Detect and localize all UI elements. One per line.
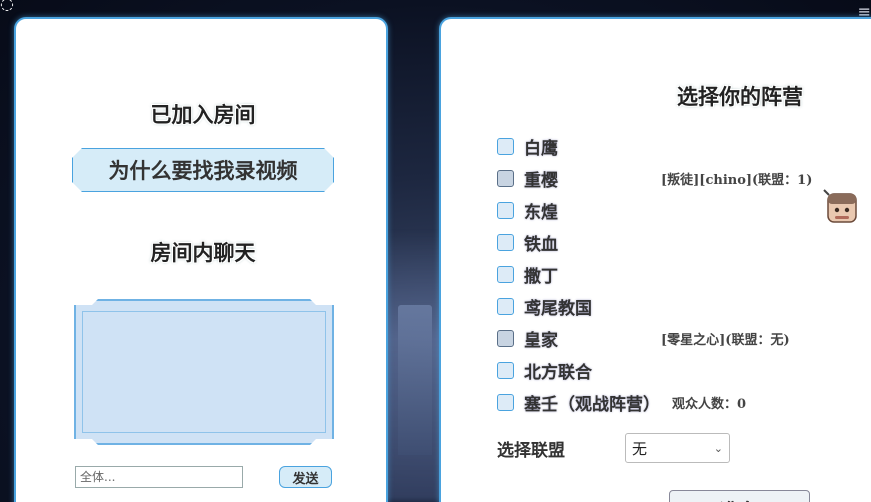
faction-row[interactable]: 白鹰 bbox=[497, 130, 871, 162]
faction-checkbox[interactable] bbox=[497, 361, 514, 379]
faction-checkbox[interactable] bbox=[497, 297, 514, 315]
faction-title: 选择你的阵营 bbox=[677, 84, 803, 109]
faction-row[interactable]: 北方联合 bbox=[497, 354, 871, 386]
faction-row[interactable]: 东煌 bbox=[497, 194, 871, 226]
chevron-down-icon: ⌄ bbox=[713, 441, 723, 455]
send-button[interactable]: 发送 bbox=[279, 466, 332, 488]
faction-row[interactable]: 皇家 [零星之心](联盟：无) bbox=[497, 322, 871, 354]
chat-log bbox=[74, 299, 334, 445]
alliance-select[interactable]: 无 ⌄ bbox=[625, 433, 730, 463]
loading-icon: ◌ bbox=[0, 0, 14, 13]
faction-label: 塞壬（观战阵营） bbox=[524, 394, 660, 415]
room-chat-title: 房间内聊天 bbox=[150, 240, 256, 265]
faction-checkbox[interactable] bbox=[497, 265, 514, 283]
faction-checkbox[interactable] bbox=[497, 233, 514, 251]
faction-label: 东煌 bbox=[524, 202, 558, 223]
chat-log-inner bbox=[82, 311, 326, 433]
faction-checkbox[interactable] bbox=[497, 169, 514, 187]
faction-label: 铁血 bbox=[524, 234, 558, 255]
player-avatar-icon bbox=[823, 189, 857, 223]
faction-label: 重樱 bbox=[524, 170, 558, 191]
chat-input[interactable] bbox=[75, 466, 243, 488]
faction-row[interactable]: 重樱 [叛徒][chino](联盟：1) bbox=[497, 162, 871, 194]
faction-label: 北方联合 bbox=[524, 362, 592, 383]
spectator-count: 观众人数：0 bbox=[672, 396, 747, 412]
room-panel: 已加入房间 为什么要找我录视频 房间内聊天 发送 bbox=[14, 17, 388, 502]
faction-panel: 选择你的阵营 白鹰 重樱 [叛徒][chino](联盟：1) 东煌 铁血 撒丁 … bbox=[439, 17, 871, 502]
faction-row[interactable]: 塞壬（观战阵营） 观众人数：0 bbox=[497, 386, 871, 418]
faction-list: 白鹰 重樱 [叛徒][chino](联盟：1) 东煌 铁血 撒丁 鸢尾教国 皇家… bbox=[497, 130, 871, 418]
faction-player-note: [叛徒][chino](联盟：1) bbox=[661, 172, 813, 188]
faction-checkbox[interactable] bbox=[497, 137, 514, 155]
faction-row[interactable]: 撒丁 bbox=[497, 258, 871, 290]
ready-button[interactable]: 准备 bbox=[669, 490, 810, 502]
background-tower bbox=[398, 305, 432, 455]
faction-row[interactable]: 铁血 bbox=[497, 226, 871, 258]
faction-label: 鸢尾教国 bbox=[524, 298, 592, 319]
alliance-selected-value: 无 bbox=[632, 439, 648, 458]
faction-label: 撒丁 bbox=[524, 266, 558, 287]
faction-checkbox[interactable] bbox=[497, 201, 514, 219]
faction-label: 皇家 bbox=[524, 330, 558, 351]
joined-room-title: 已加入房间 bbox=[150, 102, 256, 127]
faction-checkbox[interactable] bbox=[497, 393, 514, 411]
faction-checkbox[interactable] bbox=[497, 329, 514, 347]
faction-row[interactable]: 鸢尾教国 bbox=[497, 290, 871, 322]
faction-label: 白鹰 bbox=[524, 138, 558, 159]
faction-player-note: [零星之心](联盟：无) bbox=[661, 332, 790, 348]
video-button[interactable]: 为什么要找我录视频 bbox=[72, 148, 334, 192]
alliance-label: 选择联盟 bbox=[497, 441, 565, 461]
